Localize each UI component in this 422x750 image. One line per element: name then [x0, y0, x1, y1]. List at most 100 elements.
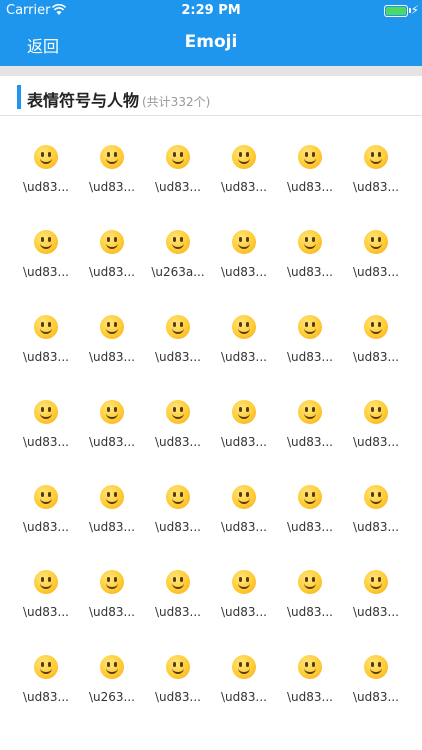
- kissing-face-icon: [364, 315, 388, 339]
- upside-down-face-icon: [34, 315, 58, 339]
- battery-icon: [384, 5, 408, 17]
- navigation-bar: Carrier 2:29 PM ⚡ 返回 Emoji: [0, 0, 422, 66]
- emoji-label: \ud83...: [89, 605, 135, 619]
- emoji-label: \ud83...: [353, 605, 399, 619]
- emoji-cell[interactable]: \ud83...: [277, 373, 343, 458]
- emoji-cell[interactable]: \ud83...: [13, 373, 79, 458]
- emoji-cell[interactable]: \ud83...: [343, 118, 409, 203]
- emoji-cell[interactable]: \ud83...: [277, 458, 343, 543]
- emoji-cell[interactable]: \ud83...: [145, 628, 211, 713]
- emoji-label: \ud83...: [23, 350, 69, 364]
- emoji-cell[interactable]: \ud83...: [343, 628, 409, 713]
- emoji-label: \ud83...: [353, 350, 399, 364]
- emoji-label: \ud83...: [353, 435, 399, 449]
- emoji-label: \ud83...: [89, 265, 135, 279]
- emoji-label: \ud83...: [287, 435, 333, 449]
- emoji-cell[interactable]: \ud83...: [79, 373, 145, 458]
- emoji-cell[interactable]: \ud83...: [211, 458, 277, 543]
- emoji-cell[interactable]: \ud83...: [277, 288, 343, 373]
- emoji-cell[interactable]: \ud83...: [79, 543, 145, 628]
- emoji-label: \ud83...: [353, 690, 399, 704]
- smiling-face-icon: [166, 230, 190, 254]
- emoji-label: \ud83...: [353, 180, 399, 194]
- smiling-face-smiling-eyes-icon: [232, 230, 256, 254]
- face-tears-of-joy-icon: [34, 230, 58, 254]
- emoji-label: \ud83...: [155, 605, 201, 619]
- slightly-smiling-face-icon: [364, 230, 388, 254]
- winking-face-icon: [100, 315, 124, 339]
- emoji-cell[interactable]: \ud83...: [211, 288, 277, 373]
- emoji-cell[interactable]: \ud83...: [211, 373, 277, 458]
- beaming-face-icon: [232, 145, 256, 169]
- emoji-cell[interactable]: \ud83...: [343, 543, 409, 628]
- emoji-cell[interactable]: \ud83...: [13, 458, 79, 543]
- smiling-face-halo-icon: [298, 230, 322, 254]
- section-separator: [0, 66, 422, 76]
- emoji-label: \ud83...: [287, 350, 333, 364]
- emoji-cell[interactable]: \ud83...: [145, 458, 211, 543]
- emoji-label: \ud83...: [221, 265, 267, 279]
- emoji-cell[interactable]: \ud83...: [13, 288, 79, 373]
- rolling-on-floor-laughing-icon: [100, 230, 124, 254]
- winking-face-tongue-icon: [364, 400, 388, 424]
- section-count: (共计332个): [142, 95, 211, 109]
- emoji-cell[interactable]: \ud83...: [79, 203, 145, 288]
- emoji-cell[interactable]: \ud83...: [13, 628, 79, 713]
- emoji-cell[interactable]: \ud83...: [343, 288, 409, 373]
- grinning-face-smiling-eyes-icon: [166, 145, 190, 169]
- emoji-label: \ud83...: [221, 605, 267, 619]
- emoji-label: \ud83...: [155, 350, 201, 364]
- emoji-cell[interactable]: \ud83...: [79, 118, 145, 203]
- emoji-cell[interactable]: \u263...: [79, 628, 145, 713]
- section-accent-bar: [17, 85, 21, 109]
- face-blowing-kiss-icon: [298, 315, 322, 339]
- kissing-face-closed-eyes-icon: [100, 400, 124, 424]
- emoji-cell[interactable]: \ud83...: [343, 458, 409, 543]
- disappointed-face-icon: [166, 570, 190, 594]
- emoji-cell[interactable]: \ud83...: [211, 118, 277, 203]
- face-savoring-food-icon: [166, 400, 190, 424]
- persevering-face-icon: [166, 655, 190, 679]
- emoji-cell[interactable]: \ud83...: [277, 203, 343, 288]
- emoji-label: \ud83...: [155, 435, 201, 449]
- grinning-face-icon: [34, 145, 58, 169]
- emoji-label: \ud83...: [287, 520, 333, 534]
- heart-eyes-face-icon: [232, 315, 256, 339]
- emoji-cell[interactable]: \ud83...: [211, 203, 277, 288]
- emoji-cell[interactable]: \ud83...: [79, 458, 145, 543]
- emoji-cell[interactable]: \ud83...: [277, 118, 343, 203]
- squinting-face-tongue-icon: [298, 400, 322, 424]
- grinning-squinting-face-icon: [298, 145, 322, 169]
- emoji-cell[interactable]: \ud83...: [79, 288, 145, 373]
- charging-bolt-icon: ⚡: [410, 3, 419, 17]
- emoji-cell[interactable]: \u263a...: [145, 203, 211, 288]
- confounded-face-icon: [232, 655, 256, 679]
- emoji-label: \u263...: [89, 690, 135, 704]
- status-time: 2:29 PM: [181, 3, 241, 18]
- emoji-label: \ud83...: [221, 180, 267, 194]
- emoji-label: \ud83...: [89, 520, 135, 534]
- grinning-face-big-eyes-icon: [100, 145, 124, 169]
- emoji-cell[interactable]: \ud83...: [343, 373, 409, 458]
- emoji-cell[interactable]: \ud83...: [211, 628, 277, 713]
- smirking-face-icon: [34, 570, 58, 594]
- emoji-cell[interactable]: \ud83...: [13, 203, 79, 288]
- emoji-cell[interactable]: \ud83...: [145, 118, 211, 203]
- emoji-cell[interactable]: \ud83...: [13, 543, 79, 628]
- emoji-cell[interactable]: \ud83...: [145, 373, 211, 458]
- emoji-cell[interactable]: \ud83...: [145, 543, 211, 628]
- emoji-label: \ud83...: [89, 350, 135, 364]
- zany-face-icon: [34, 485, 58, 509]
- emoji-cell[interactable]: \ud83...: [277, 628, 343, 713]
- emoji-label: \ud83...: [287, 690, 333, 704]
- emoji-cell[interactable]: \ud83...: [343, 203, 409, 288]
- emoji-cell[interactable]: \ud83...: [277, 543, 343, 628]
- emoji-label: \ud83...: [287, 265, 333, 279]
- emoji-cell[interactable]: \ud83...: [145, 288, 211, 373]
- emoji-label: \ud83...: [353, 520, 399, 534]
- emoji-label: \ud83...: [89, 435, 135, 449]
- smiling-face-sunglasses-icon: [298, 485, 322, 509]
- emoji-label: \ud83...: [23, 690, 69, 704]
- emoji-cell[interactable]: \ud83...: [13, 118, 79, 203]
- emoji-cell[interactable]: \ud83...: [211, 543, 277, 628]
